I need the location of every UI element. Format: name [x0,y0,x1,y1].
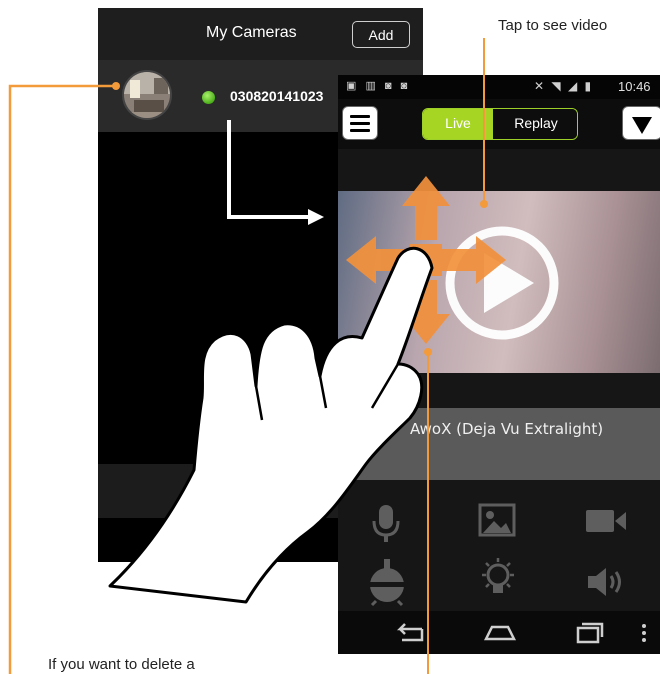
app-bar: Live Replay [338,99,660,149]
camera-name: AwoX (Deja Vu Extralight) [410,420,604,438]
play-icon [445,226,559,340]
notification-icons: ▣ ▥ ◙ ◙ [346,80,411,92]
image-icon[interactable] [478,503,516,539]
camera-list-header: My Cameras Add [98,8,423,60]
delete-camera-caption: If you want to delete a [48,656,195,673]
signal-wifi-battery-icon: ✕ ◥ ◢ ▮ [534,79,594,93]
video-preview[interactable] [338,191,660,373]
status-time: 10:46 [618,79,651,94]
tab-replay[interactable]: Replay [493,109,577,139]
video-camera-icon[interactable] [584,507,628,535]
back-icon[interactable] [392,623,426,643]
dropdown-button[interactable] [622,106,660,140]
status-bar: ▣ ▥ ◙ ◙ ✕ ◥ ◢ ▮ 10:46 [338,75,660,99]
more-options-icon[interactable] [640,623,648,643]
microphone-icon[interactable] [366,501,406,545]
camera-thumbnail[interactable] [122,70,172,120]
hamburger-icon [350,115,370,118]
online-status-dot [202,91,215,104]
speaker-icon[interactable] [586,565,626,599]
control-panel [338,495,660,615]
android-nav-bar [338,611,660,654]
home-icon[interactable] [482,623,518,643]
triangle-down-icon [632,117,652,134]
add-camera-button[interactable]: Add [352,21,410,48]
camera-id-label: 030820141023 [230,88,324,104]
tap-video-caption: Tap to see video [498,17,608,34]
live-view-screen: ▣ ▥ ◙ ◙ ✕ ◥ ◢ ▮ 10:46 Live Replay AwoX (… [338,75,660,654]
tab-live[interactable]: Live [423,109,493,139]
camera-list-title: My Cameras [206,24,297,41]
recent-apps-icon[interactable] [574,621,606,645]
light-bulb-icon[interactable] [478,557,518,603]
ptz-joystick-icon[interactable] [366,557,408,607]
camera-name-bar: AwoX (Deja Vu Extralight) [338,408,660,480]
view-mode-toggle: Live Replay [422,108,578,140]
menu-button[interactable] [342,106,378,140]
online-status-dot [358,422,372,436]
